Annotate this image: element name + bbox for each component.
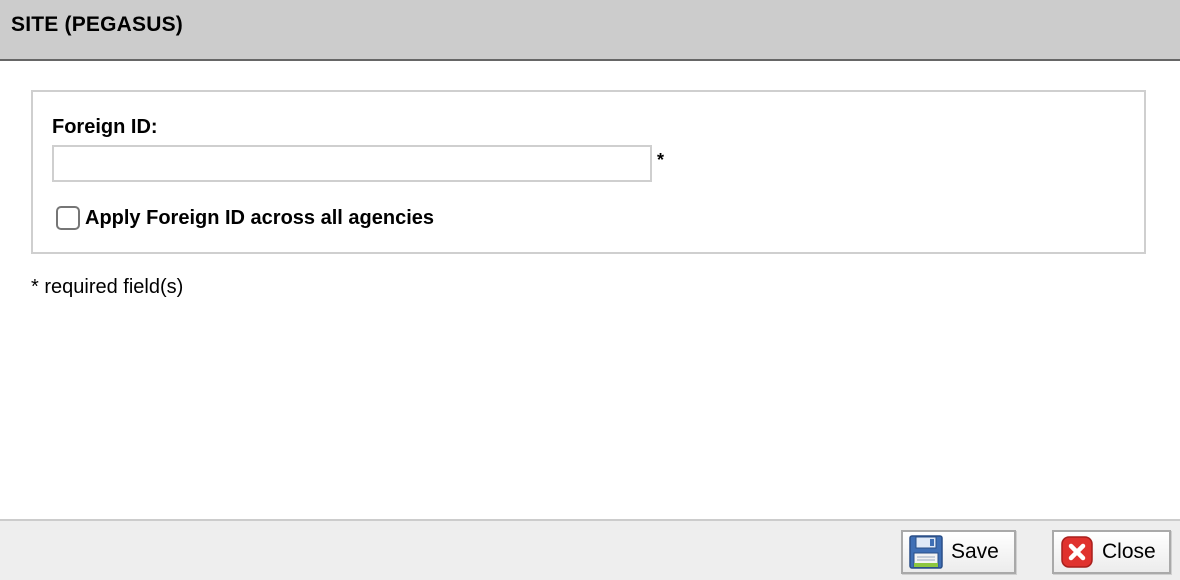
- save-button[interactable]: Save: [901, 530, 1016, 574]
- apply-across-agencies-checkbox[interactable]: [56, 206, 80, 230]
- foreign-id-input[interactable]: [52, 145, 652, 182]
- dialog-title: SITE (PEGASUS): [11, 13, 183, 36]
- required-marker: *: [657, 150, 665, 170]
- close-button-label: Close: [1102, 540, 1156, 563]
- floppy-disk-icon: [909, 535, 943, 569]
- close-x-icon: [1060, 535, 1094, 569]
- required-fields-note: * required field(s): [31, 276, 184, 298]
- site-dialog: SITE (PEGASUS) Foreign ID: * Apply Forei…: [0, 0, 1180, 580]
- foreign-id-label: Foreign ID:: [52, 116, 158, 138]
- close-button[interactable]: Close: [1052, 530, 1171, 574]
- save-button-label: Save: [951, 540, 999, 563]
- title-bar: SITE (PEGASUS): [0, 0, 1180, 61]
- apply-across-agencies-row[interactable]: Apply Foreign ID across all agencies: [56, 204, 434, 232]
- apply-across-agencies-label[interactable]: Apply Foreign ID across all agencies: [85, 207, 434, 230]
